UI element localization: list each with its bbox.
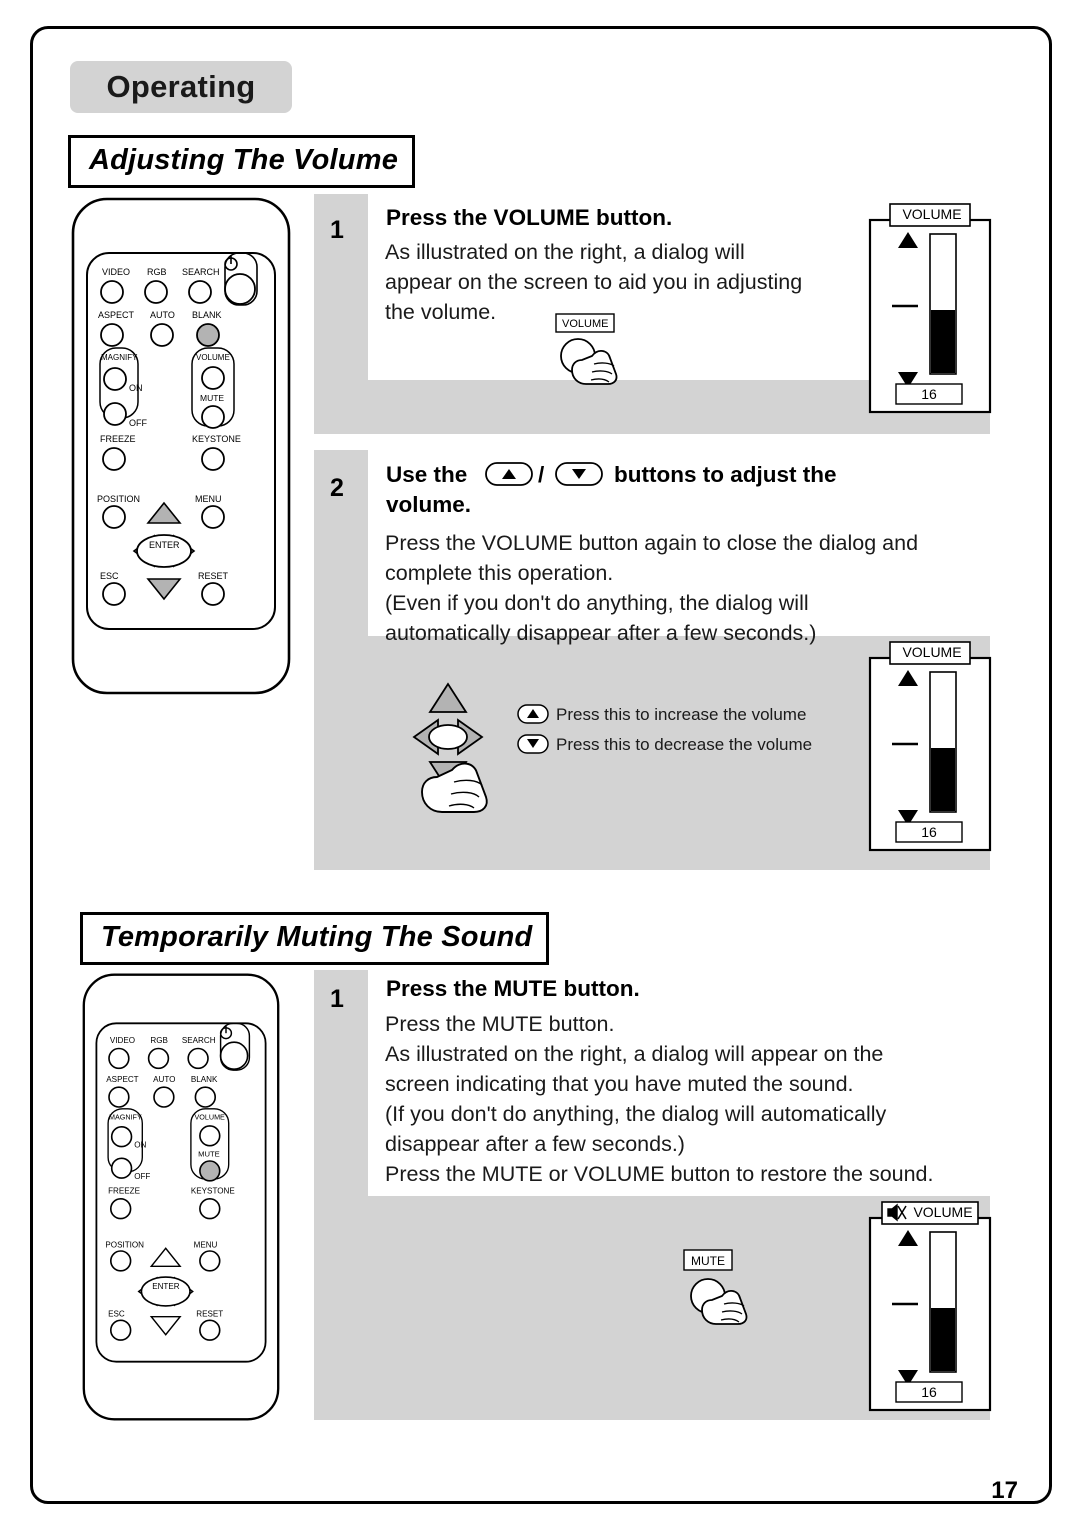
svg-text:MAGNIFY: MAGNIFY (101, 353, 138, 362)
volume-osd-step2: VOLUME 16 (868, 640, 992, 852)
step-heading-volume-2-part3: buttons to adjust the (614, 462, 837, 487)
svg-text:ESC: ESC (100, 571, 119, 581)
svg-text:OFF: OFF (129, 418, 147, 428)
svg-text:AUTO: AUTO (153, 1075, 175, 1084)
note-down-icon (517, 734, 549, 754)
section-title-mute: Temporarily Muting The Sound (80, 912, 550, 965)
svg-text:ASPECT: ASPECT (106, 1075, 138, 1084)
step-number-volume-1: 1 (330, 216, 344, 244)
svg-text:SEARCH: SEARCH (182, 267, 220, 277)
svg-text:FREEZE: FREEZE (100, 434, 136, 444)
step-heading-volume-2-part1: Use the (386, 462, 468, 487)
svg-text:ENTER: ENTER (149, 540, 180, 550)
volume-osd-mute-value: 16 (921, 1384, 937, 1400)
volume-osd-step2-title: VOLUME (902, 644, 962, 660)
svg-text:RESET: RESET (196, 1310, 223, 1319)
svg-text:VOLUME: VOLUME (195, 1113, 226, 1122)
chapter-tab-label: Operating (106, 69, 256, 104)
note-increase-volume: Press this to increase the volume (556, 705, 807, 724)
volume-osd-step1-title: VOLUME (902, 206, 962, 222)
svg-text:POSITION: POSITION (105, 1240, 144, 1249)
svg-text:KEYSTONE: KEYSTONE (191, 1186, 235, 1195)
svg-text:VOLUME: VOLUME (562, 318, 608, 330)
volume-osd-mute-title: VOLUME (913, 1204, 973, 1220)
section-title-volume-label: Adjusting The Volume (89, 144, 399, 176)
svg-text:VIDEO: VIDEO (110, 1036, 135, 1045)
svg-text:MAGNIFY: MAGNIFY (109, 1113, 142, 1122)
note-up-icon (517, 704, 549, 724)
svg-text:ON: ON (129, 383, 143, 393)
svg-text:OFF: OFF (134, 1172, 150, 1181)
svg-text:POSITION: POSITION (97, 494, 140, 504)
svg-text:ON: ON (134, 1141, 146, 1150)
step-number-mute-1: 1 (330, 985, 344, 1013)
step-number-volume-2: 2 (330, 474, 344, 502)
up-button-icon-inline (485, 462, 533, 486)
svg-text:RGB: RGB (147, 267, 167, 277)
manual-page: Operating Adjusting The Volume VIDEO RGB… (0, 0, 1080, 1533)
dpad-hand-illustration (412, 682, 488, 813)
svg-text:RGB: RGB (150, 1036, 168, 1045)
svg-text:SEARCH: SEARCH (182, 1036, 216, 1045)
volume-osd-mute: VOLUME 16 (868, 1200, 992, 1412)
svg-text:MENU: MENU (194, 1240, 218, 1249)
svg-text:RESET: RESET (198, 571, 229, 581)
section-title-volume: Adjusting The Volume (68, 135, 416, 188)
svg-text:ASPECT: ASPECT (98, 310, 135, 320)
svg-text:FREEZE: FREEZE (108, 1186, 140, 1195)
svg-text:VIDEO: VIDEO (102, 267, 130, 277)
page-number: 17 (991, 1477, 1018, 1504)
svg-text:MUTE: MUTE (691, 1254, 725, 1268)
svg-text:MENU: MENU (195, 494, 222, 504)
svg-text:MUTE: MUTE (198, 1150, 220, 1159)
svg-text:KEYSTONE: KEYSTONE (192, 434, 241, 444)
svg-text:BLANK: BLANK (191, 1075, 218, 1084)
svg-text:MUTE: MUTE (200, 393, 224, 403)
callout-mute-button-hand: MUTE (683, 1249, 748, 1325)
volume-osd-step2-value: 16 (921, 824, 937, 840)
step-body-mute-1: Press the MUTE button. As illustrated on… (385, 1012, 934, 1186)
step-body-volume-2: Press the VOLUME button again to close t… (385, 531, 919, 645)
step-heading-mute-1: Press the MUTE button. (386, 976, 640, 1001)
volume-osd-step1: VOLUME 16 (868, 202, 992, 414)
svg-text:ENTER: ENTER (152, 1282, 180, 1291)
volume-osd-step1-value: 16 (921, 386, 937, 402)
note-decrease-volume: Press this to decrease the volume (556, 735, 813, 754)
svg-text:BLANK: BLANK (192, 310, 222, 320)
svg-text:AUTO: AUTO (150, 310, 175, 320)
step-heading-volume-1: Press the VOLUME button. (386, 205, 673, 230)
remote-control-volume: VIDEO RGB SEARCH ASPECT AUTO BLANK MAGNI… (71, 197, 291, 695)
section-title-mute-label: Temporarily Muting The Sound (101, 921, 533, 953)
remote-control-mute: VIDEO RGB SEARCH ASPECT AUTO BLANK MAGNI… (82, 973, 280, 1421)
callout-volume-button-hand: VOLUME (555, 313, 618, 385)
down-button-icon-inline (555, 462, 603, 486)
svg-text:VOLUME: VOLUME (196, 353, 230, 362)
svg-text:ESC: ESC (108, 1310, 125, 1319)
chapter-tab: Operating (70, 61, 292, 113)
step-heading-volume-2-part4: volume. (386, 492, 472, 517)
step-heading-volume-2-slash: / (538, 462, 545, 487)
